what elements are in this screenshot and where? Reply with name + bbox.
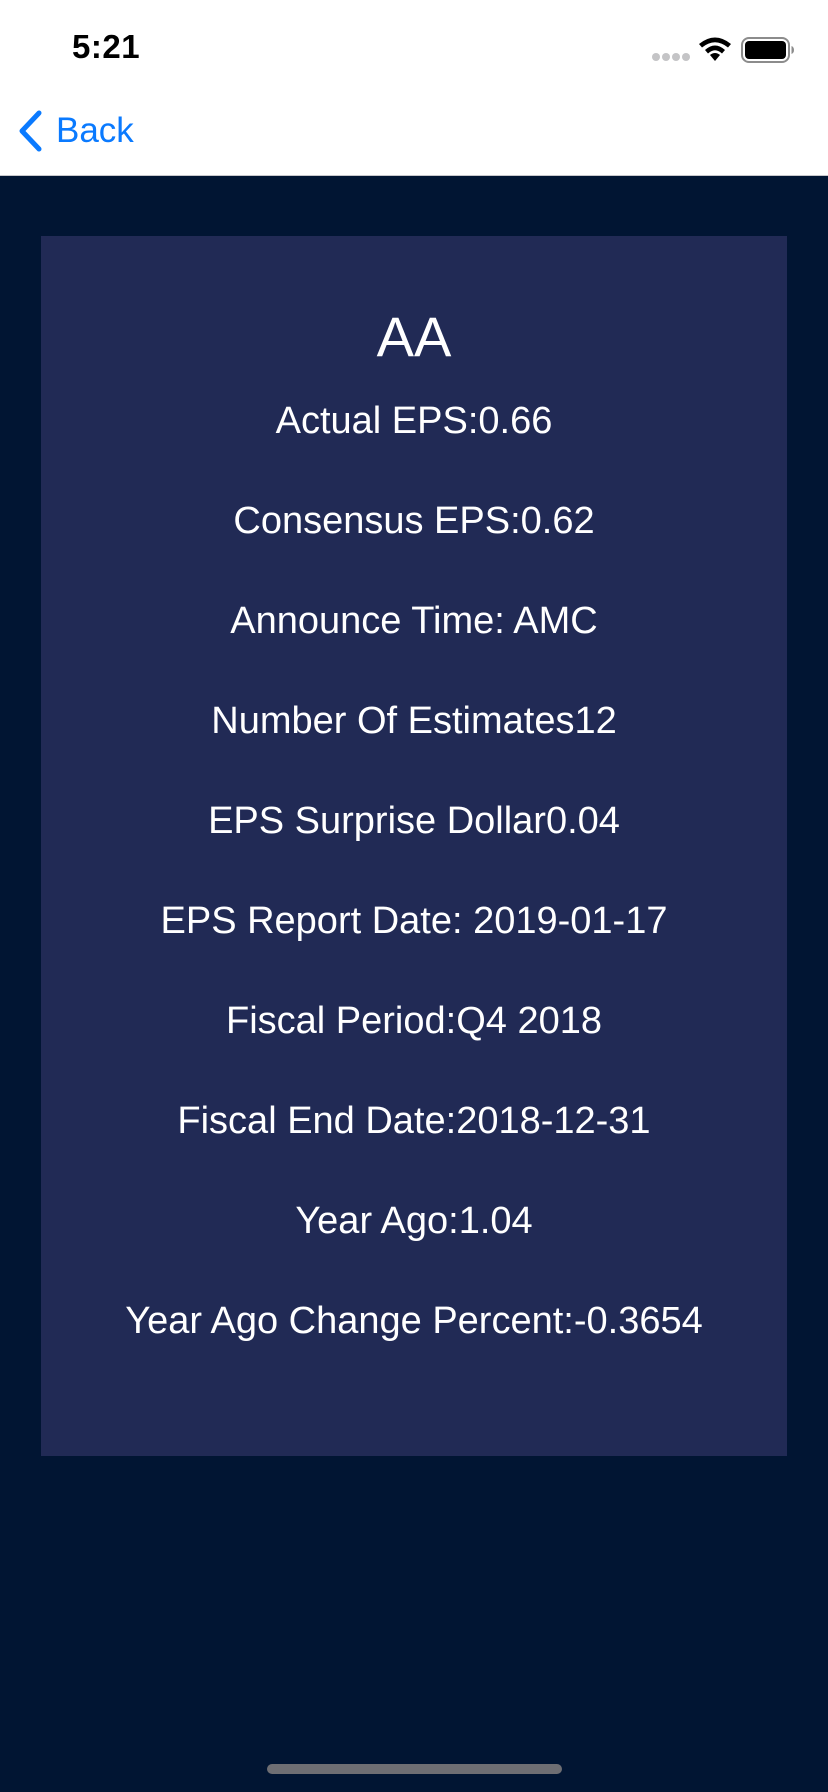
wifi-icon (699, 37, 731, 61)
battery-icon (741, 37, 794, 63)
home-indicator (267, 1764, 562, 1774)
signal-dots-icon (652, 53, 690, 61)
chevron-left-icon (19, 110, 42, 152)
fiscal-period: Fiscal Period:Q4 2018 (226, 1000, 602, 1042)
ticker-title: AA (376, 305, 452, 368)
back-label: Back (56, 111, 134, 150)
eps-surprise-dollar: EPS Surprise Dollar0.04 (208, 800, 620, 842)
consensus-eps: Consensus EPS:0.62 (233, 500, 595, 542)
announce-time: Announce Time: AMC (230, 600, 598, 642)
status-time: 5:21 (72, 28, 141, 65)
actual-eps: Actual EPS:0.66 (275, 400, 553, 442)
year-ago: Year Ago:1.04 (295, 1200, 533, 1242)
earnings-card: AA Actual EPS:0.66 Consensus EPS:0.62 An… (41, 236, 787, 1456)
status-bar: 5:21 (0, 0, 828, 88)
navigation-bar: Back (0, 88, 828, 176)
fiscal-end-date: Fiscal End Date:2018-12-31 (177, 1100, 651, 1142)
number-of-estimates: Number Of Estimates12 (211, 700, 617, 742)
back-button[interactable]: Back (16, 106, 134, 156)
eps-report-date: EPS Report Date: 2019-01-17 (160, 900, 668, 942)
year-ago-change-percent: Year Ago Change Percent:-0.3654 (125, 1300, 703, 1342)
